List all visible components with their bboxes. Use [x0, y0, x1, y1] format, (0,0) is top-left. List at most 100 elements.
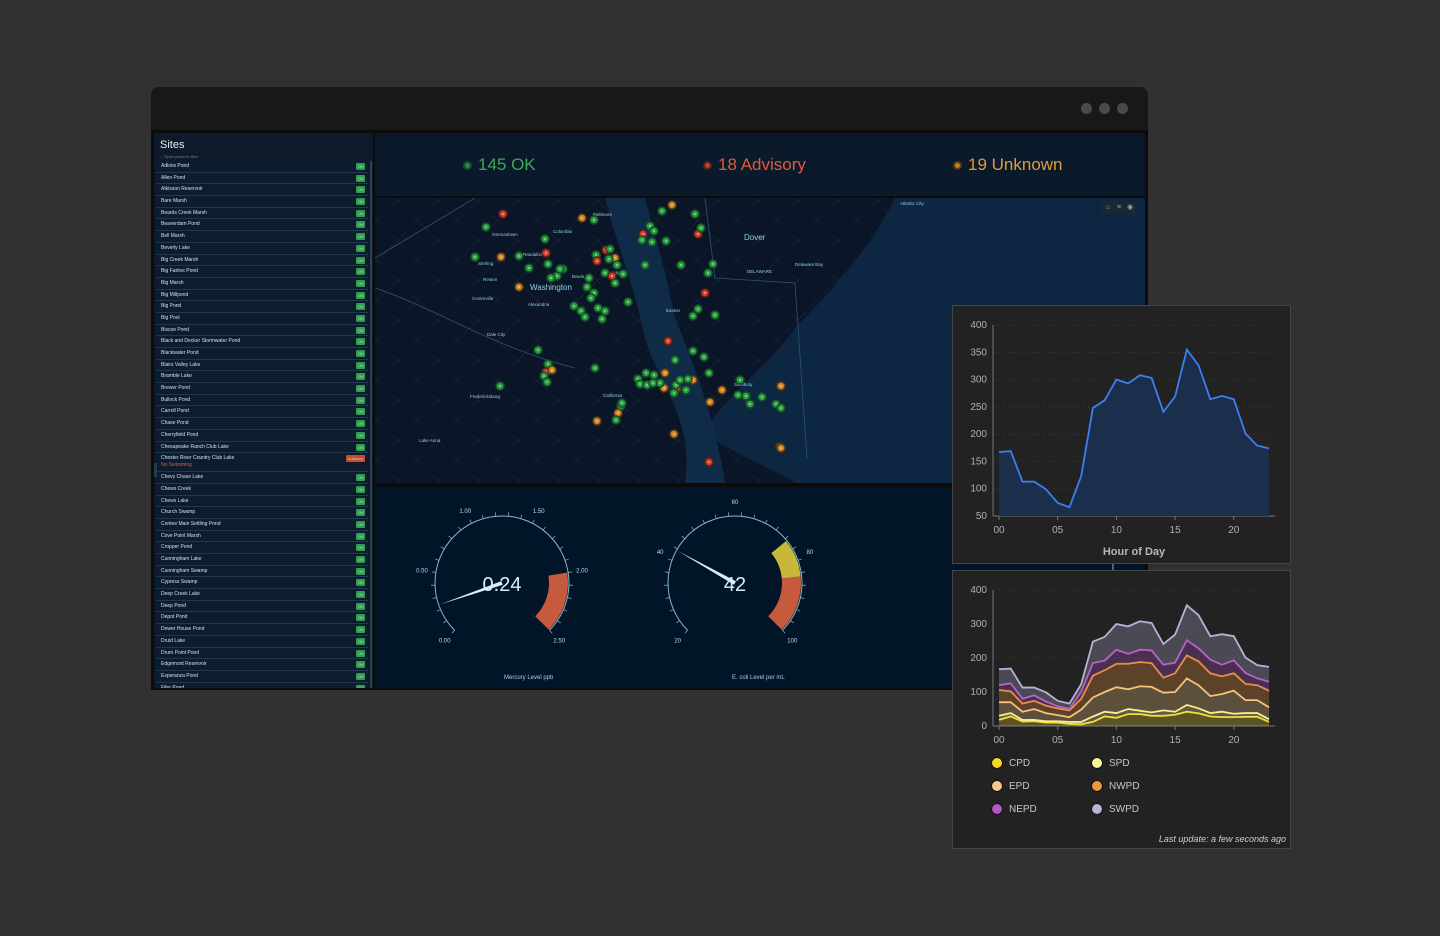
status-badge: OK [356, 361, 365, 369]
legend-item[interactable]: NEPD [991, 803, 1037, 815]
site-row[interactable]: Deep Pond OK [156, 600, 368, 613]
stacked-district-chart: 0 100 200 300 400 00 05 10 15 20 CPD SPD EPD NWPD NEP… [952, 570, 1291, 849]
site-marker-center [745, 395, 747, 397]
site-row[interactable]: Big Fairlee Pond OK [156, 266, 368, 278]
site-row[interactable]: Cherryfield Pond OK [156, 429, 368, 442]
site-row[interactable]: Cypress Swamp OK [156, 577, 368, 590]
site-marker-center [721, 389, 723, 391]
site-marker-center [550, 277, 552, 279]
home-icon[interactable]: ⌂ [1104, 204, 1112, 212]
gauge-tick-label: 2.00 [576, 568, 588, 574]
site-row[interactable]: Big Creek Marsh OK [156, 254, 368, 267]
site-name: Deep Pond [161, 602, 187, 609]
site-name: Beards Creek Marsh [161, 209, 207, 216]
site-row[interactable]: Depot Pond OK [156, 612, 368, 625]
site-row[interactable]: Black and Decker Stormwater Pond OK [156, 336, 368, 348]
site-row[interactable]: Big Marsh OK [156, 277, 368, 290]
site-row[interactable]: Chester River Country Club Lake No Swimmi… [156, 453, 368, 473]
site-row[interactable]: Big Pond OK [156, 301, 368, 313]
site-marker-center [646, 384, 648, 386]
x-axis-title: Hour of Day [1103, 546, 1166, 558]
site-row[interactable]: Drum Point Pond OK [156, 647, 368, 660]
site-row[interactable]: Druid Lake OK [156, 635, 368, 648]
site-name: Cunningham Swamp [161, 567, 208, 574]
site-name: Beaverdam Pond [161, 221, 200, 228]
site-row[interactable]: Chesapeake Ranch Club Lake OK [156, 441, 368, 454]
site-row[interactable]: Beaverdam Pond OK [156, 219, 368, 232]
open-panel-tab[interactable] [154, 463, 157, 477]
gauge-tick [801, 571, 806, 573]
site-row[interactable]: Esperanza Pond OK [156, 670, 368, 683]
x-tick-label: 05 [1052, 525, 1064, 536]
site-name: Brewer Pond [161, 385, 190, 392]
gauge-band [768, 576, 801, 630]
site-marker-center [551, 369, 553, 371]
legend-item[interactable]: NWPD [1091, 780, 1140, 792]
stacked-district-chart-svg: 0 100 200 300 400 00 05 10 15 20 [970, 585, 1275, 746]
site-row[interactable]: Cunningham Lake OK [156, 554, 368, 566]
site-row[interactable]: Allen Pond OK [156, 172, 368, 185]
legend-item[interactable]: SWPD [1091, 803, 1139, 815]
site-row[interactable]: Atkisson Reservoir OK [156, 184, 368, 197]
site-name: Big Millpond [161, 291, 189, 298]
site-row[interactable]: Church Swamp OK [156, 507, 368, 519]
status-badge: OK [356, 626, 365, 634]
list-icon[interactable]: ≡ [1115, 204, 1123, 212]
site-marker-center [749, 403, 751, 405]
site-row[interactable]: Chase Pond OK [156, 418, 368, 430]
site-row[interactable]: Bell Marsh OK [156, 231, 368, 243]
sites-scrollbar[interactable] [370, 161, 372, 688]
site-row[interactable]: Big Pool OK [156, 312, 368, 325]
legend-item[interactable]: SPD [1091, 757, 1130, 769]
site-marker-center [500, 256, 502, 258]
site-row[interactable]: Bullock Pond OK [156, 394, 368, 407]
site-marker-center [680, 264, 682, 266]
legend-label: SPD [1109, 757, 1130, 769]
gauge-tick [796, 609, 801, 612]
site-row[interactable]: Blairs Valley Lake OK [156, 359, 368, 372]
legend-item[interactable]: CPD [991, 757, 1030, 769]
window-control-dot[interactable] [1099, 103, 1110, 114]
site-row[interactable]: Brewer Pond OK [156, 383, 368, 395]
status-badge: OK [356, 291, 365, 299]
status-badge: OK [356, 279, 365, 287]
site-row[interactable]: Contee Main Settling Pond OK [156, 518, 368, 531]
site-row[interactable]: Adkins Pond OK [156, 161, 368, 173]
site-marker-center [674, 359, 676, 361]
site-row[interactable]: Chews Lake OK [156, 495, 368, 508]
gauge-tick [684, 630, 688, 634]
site-row[interactable]: Edgemont Reservoir OK [156, 659, 368, 671]
site-marker-center [665, 240, 667, 242]
status-badge: OK [356, 233, 365, 241]
site-row[interactable]: Biscoe Pond OK [156, 324, 368, 337]
site-row[interactable]: Bramble Lake OK [156, 371, 368, 384]
legend-swatch-icon [1091, 757, 1103, 769]
site-row[interactable]: Fifer Pond OK [156, 682, 368, 688]
site-marker-center [601, 318, 603, 320]
gauge-tick-label: 20 [674, 638, 681, 644]
site-row[interactable]: Cunningham Swamp OK [156, 565, 368, 578]
site-row[interactable]: Cove Point Marsh OK [156, 530, 368, 543]
site-marker-center [675, 384, 677, 386]
basemap-icon[interactable]: ◉ [1126, 204, 1134, 212]
site-row[interactable]: Big Millpond OK [156, 289, 368, 302]
sites-filter-hint[interactable]: ← Open panel to filter [159, 154, 198, 159]
site-row[interactable]: Blackwater Pond OK [156, 348, 368, 360]
site-marker-center [604, 310, 606, 312]
site-row[interactable]: Dower House Pond OK [156, 624, 368, 636]
window-control-dot[interactable] [1081, 103, 1092, 114]
site-row[interactable]: Cropper Pond OK [156, 542, 368, 554]
site-row[interactable]: Carroll Pond OK [156, 406, 368, 419]
window-control-dot[interactable] [1117, 103, 1128, 114]
site-row[interactable]: Beards Creek Marsh OK [156, 207, 368, 220]
site-row[interactable]: Bare Marsh OK [156, 196, 368, 208]
site-marker-center [609, 248, 611, 250]
status-badge: OK [356, 579, 365, 587]
x-tick-label: 15 [1170, 735, 1182, 746]
site-row[interactable]: Chevy Chase Lake OK [156, 472, 368, 484]
legend-item[interactable]: EPD [991, 780, 1030, 792]
site-row[interactable]: Beverly Lake OK [156, 242, 368, 255]
site-row[interactable]: Deep Creek Lake OK [156, 589, 368, 601]
map-city-label: Easton [666, 308, 681, 313]
site-row[interactable]: Chews Creek OK [156, 483, 368, 496]
